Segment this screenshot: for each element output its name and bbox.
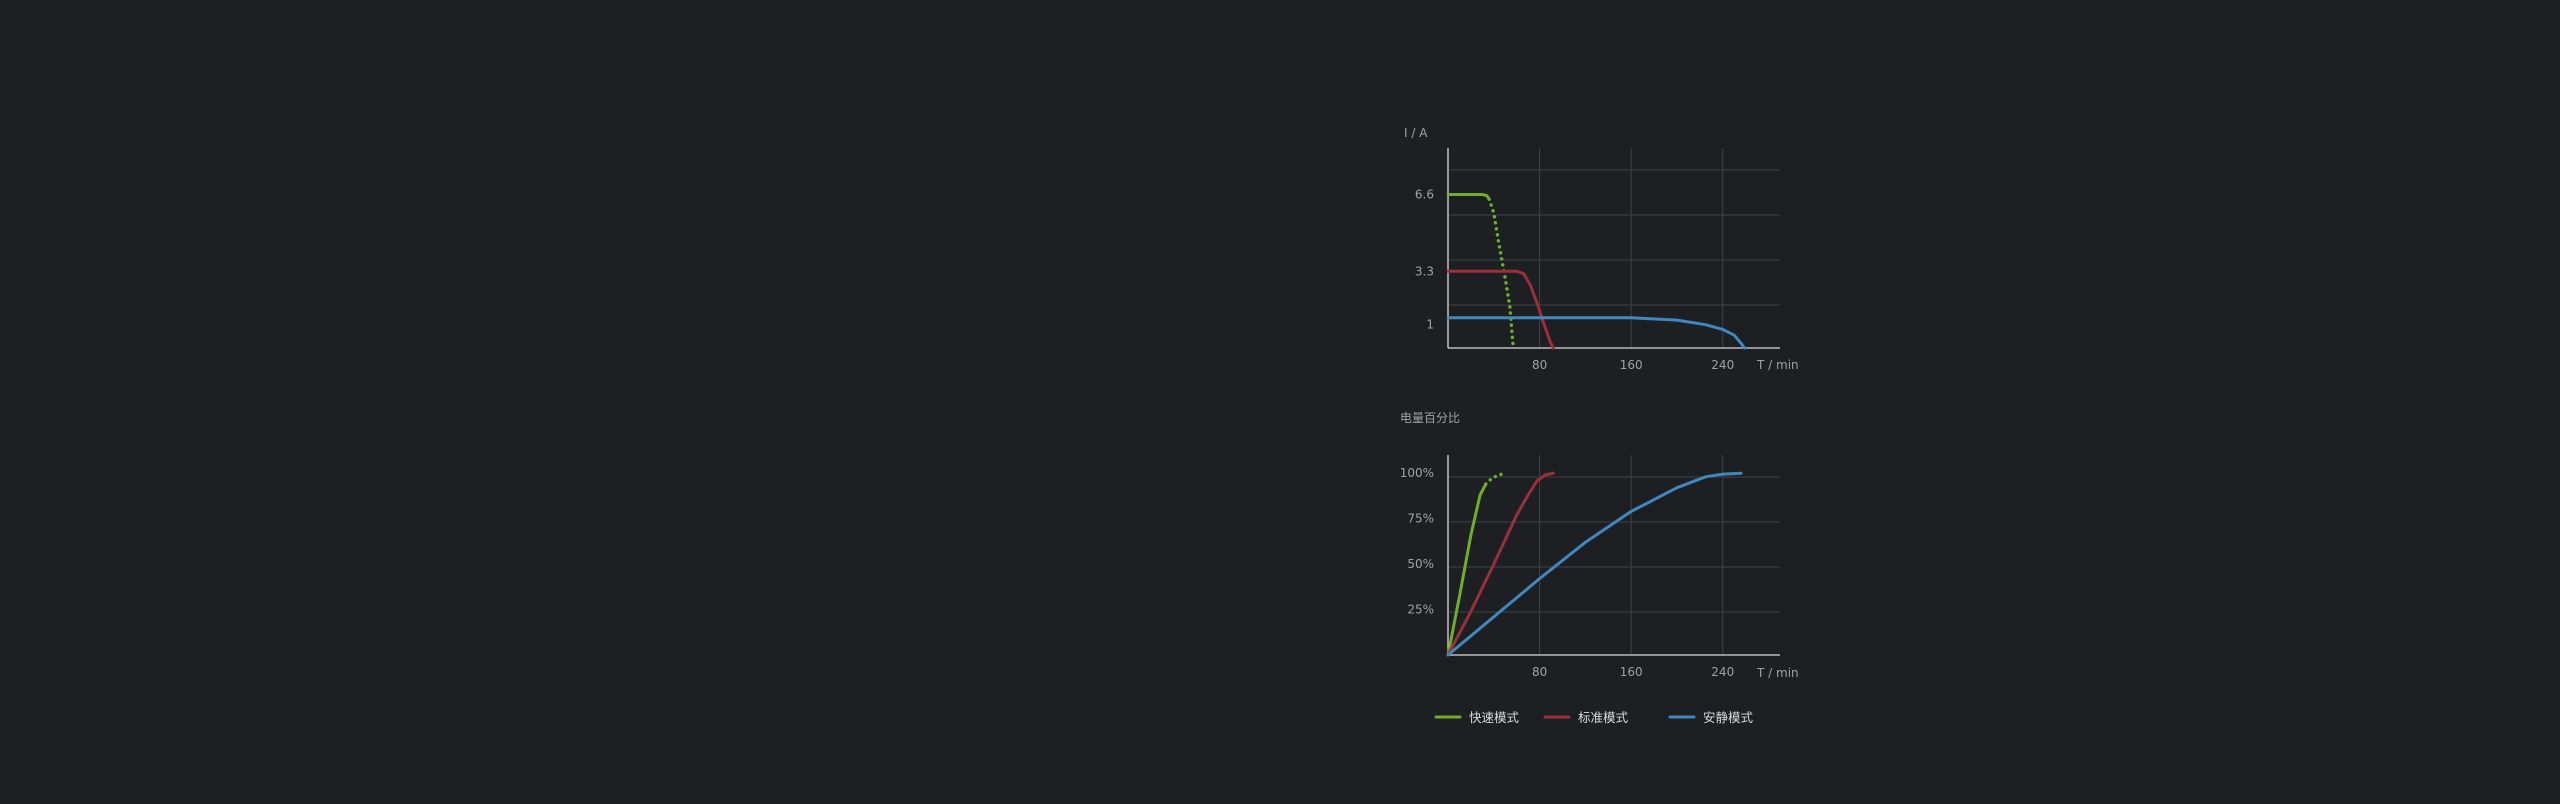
series-quiet xyxy=(1446,316,1746,350)
charging-charts: 80 160 240 1 3.3 6.6 I / A T / min 80 160 240 25% 5… xyxy=(0,0,2560,800)
x-tick-label: 240 xyxy=(1711,665,1734,679)
y-tick-label: 3.3 xyxy=(1415,264,1434,278)
series-line-quiet xyxy=(1446,471,1743,657)
series-line-fast-dotted xyxy=(1484,471,1507,486)
series-standard xyxy=(1446,269,1555,350)
legend-label: 安静模式 xyxy=(1703,710,1754,725)
series-standard xyxy=(1446,471,1555,657)
x-tick-label: 240 xyxy=(1711,358,1734,372)
series-line-standard xyxy=(1446,269,1555,350)
y-tick-label: 75% xyxy=(1407,512,1434,526)
series-fast xyxy=(1446,471,1507,657)
legend-item-quiet: 安静模式 xyxy=(1668,710,1754,725)
series-line-quiet xyxy=(1446,316,1746,350)
legend-label: 标准模式 xyxy=(1578,710,1629,725)
x-tick-label: 160 xyxy=(1620,358,1643,372)
x-axis-label: T / min xyxy=(1756,666,1799,680)
legend: 快速模式 标准模式 安静模式 xyxy=(1434,710,1754,725)
x-tick-label: 80 xyxy=(1532,665,1547,679)
y-tick-label: 6.6 xyxy=(1415,188,1434,202)
battery-percent-chart: 80 160 240 25% 50% 75% 100% 电量百分比 T / min xyxy=(1400,411,1799,680)
legend-item-fast: 快速模式 xyxy=(1434,710,1520,725)
y-tick-label: 50% xyxy=(1407,557,1434,571)
series-quiet xyxy=(1446,471,1743,657)
y-tick-label: 1 xyxy=(1426,318,1434,332)
y-tick-label: 100% xyxy=(1400,466,1434,480)
y-tick-label: 25% xyxy=(1407,603,1434,617)
charging-charts-svg: 80 160 240 1 3.3 6.6 I / A T / min 80 160 240 25% 5… xyxy=(1400,126,1799,725)
x-axis-label: T / min xyxy=(1756,358,1799,372)
y-axis-label: I / A xyxy=(1404,126,1428,140)
horizontal-gridlines xyxy=(1448,169,1780,306)
series-line-standard xyxy=(1446,471,1555,657)
series-line-fast xyxy=(1446,193,1491,201)
current-chart: 80 160 240 1 3.3 6.6 I / A T / min xyxy=(1404,126,1799,372)
series-line-fast-dotted xyxy=(1487,197,1515,350)
horizontal-gridlines xyxy=(1448,476,1780,613)
y-axis-label: 电量百分比 xyxy=(1400,411,1460,425)
legend-item-standard: 标准模式 xyxy=(1543,710,1629,725)
x-tick-label: 80 xyxy=(1532,358,1547,372)
x-tick-label: 160 xyxy=(1620,665,1643,679)
legend-label: 快速模式 xyxy=(1469,710,1520,725)
